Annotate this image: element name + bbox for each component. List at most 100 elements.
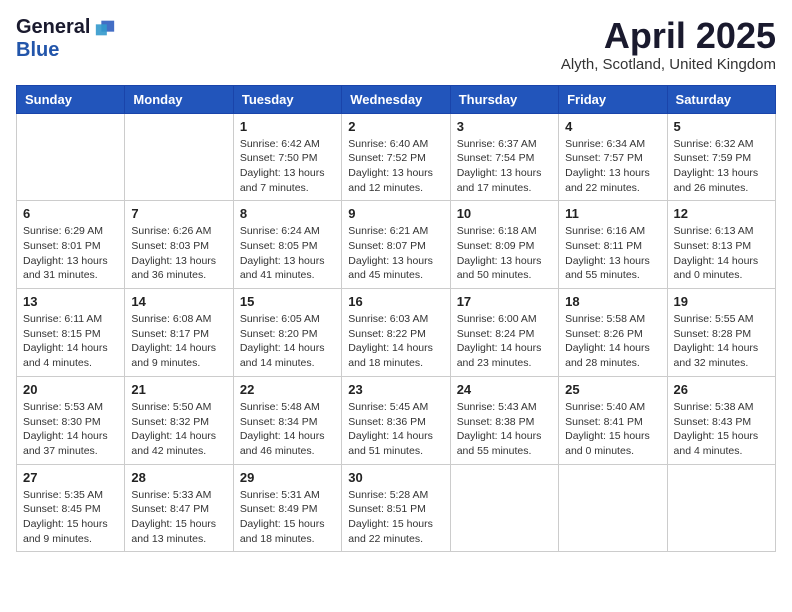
- day-number: 14: [131, 294, 226, 309]
- day-number: 6: [23, 206, 118, 221]
- calendar-cell: 9 Sunrise: 6:21 AMSunset: 8:07 PMDaylight…: [342, 201, 450, 289]
- calendar-cell: 19Sunrise: 5:55 AMSunset: 8:28 PMDayligh…: [667, 289, 775, 377]
- day-info: Sunrise: 5:43 AMSunset: 8:38 PMDaylight:…: [457, 400, 552, 459]
- day-number: 3: [457, 119, 552, 134]
- logo-general: General: [16, 16, 90, 39]
- calendar-week-1: 1 Sunrise: 6:42 AMSunset: 7:50 PMDaylight…: [17, 113, 776, 201]
- day-number: 21: [131, 382, 226, 397]
- calendar-cell: 26 Sunrise: 5:38 AMSunset: 8:43 PMDayligh…: [667, 376, 775, 464]
- calendar-cell: [450, 464, 558, 552]
- day-info: Sunrise: 5:31 AMSunset: 8:49 PMDaylight:…: [240, 488, 335, 547]
- calendar-week-4: 20 Sunrise: 5:53 AMSunset: 8:30 PMDayligh…: [17, 376, 776, 464]
- calendar-cell: [125, 113, 233, 201]
- calendar-cell: 4Sunrise: 6:34 AMSunset: 7:57 PMDaylight…: [559, 113, 667, 201]
- column-header-tuesday: Tuesday: [233, 85, 341, 113]
- logo-icon: [94, 17, 116, 39]
- day-info: Sunrise: 5:40 AMSunset: 8:41 PMDaylight:…: [565, 400, 660, 459]
- calendar-header: SundayMondayTuesdayWednesdayThursdayFrid…: [17, 85, 776, 113]
- column-header-thursday: Thursday: [450, 85, 558, 113]
- day-number: 30: [348, 470, 443, 485]
- column-header-wednesday: Wednesday: [342, 85, 450, 113]
- calendar-cell: 1 Sunrise: 6:42 AMSunset: 7:50 PMDaylight…: [233, 113, 341, 201]
- calendar-cell: 12 Sunrise: 6:13 AMSunset: 8:13 PMDayligh…: [667, 201, 775, 289]
- day-number: 17: [457, 294, 552, 309]
- day-number: 2: [348, 119, 443, 134]
- day-number: 25: [565, 382, 660, 397]
- day-info: Sunrise: 6:11 AMSunset: 8:15 PMDaylight:…: [23, 312, 118, 371]
- day-info: Sunrise: 5:35 AMSunset: 8:45 PMDaylight:…: [23, 488, 118, 547]
- day-number: 12: [674, 206, 769, 221]
- day-info: Sunrise: 6:32 AMSunset: 7:59 PMDaylight:…: [674, 137, 769, 196]
- calendar-week-3: 13Sunrise: 6:11 AMSunset: 8:15 PMDayligh…: [17, 289, 776, 377]
- calendar-cell: 16 Sunrise: 6:03 AMSunset: 8:22 PMDayligh…: [342, 289, 450, 377]
- day-info: Sunrise: 5:45 AMSunset: 8:36 PMDaylight:…: [348, 400, 443, 459]
- location: Alyth, Scotland, United Kingdom: [561, 56, 776, 73]
- day-number: 10: [457, 206, 552, 221]
- day-info: Sunrise: 6:21 AMSunset: 8:07 PMDaylight:…: [348, 224, 443, 283]
- calendar-cell: 17 Sunrise: 6:00 AMSunset: 8:24 PMDayligh…: [450, 289, 558, 377]
- day-number: 16: [348, 294, 443, 309]
- day-number: 24: [457, 382, 552, 397]
- day-info: Sunrise: 6:16 AMSunset: 8:11 PMDaylight:…: [565, 224, 660, 283]
- calendar-cell: 22Sunrise: 5:48 AMSunset: 8:34 PMDayligh…: [233, 376, 341, 464]
- day-info: Sunrise: 6:00 AMSunset: 8:24 PMDaylight:…: [457, 312, 552, 371]
- calendar-body: 1 Sunrise: 6:42 AMSunset: 7:50 PMDaylight…: [17, 113, 776, 552]
- day-number: 26: [674, 382, 769, 397]
- calendar-cell: 30 Sunrise: 5:28 AMSunset: 8:51 PMDayligh…: [342, 464, 450, 552]
- calendar-cell: 29 Sunrise: 5:31 AMSunset: 8:49 PMDayligh…: [233, 464, 341, 552]
- day-number: 20: [23, 382, 118, 397]
- day-info: Sunrise: 6:37 AMSunset: 7:54 PMDaylight:…: [457, 137, 552, 196]
- column-header-sunday: Sunday: [17, 85, 125, 113]
- calendar: SundayMondayTuesdayWednesdayThursdayFrid…: [16, 85, 776, 553]
- day-info: Sunrise: 5:48 AMSunset: 8:34 PMDaylight:…: [240, 400, 335, 459]
- day-number: 15: [240, 294, 335, 309]
- calendar-cell: 10 Sunrise: 6:18 AMSunset: 8:09 PMDayligh…: [450, 201, 558, 289]
- page-header: General Blue April 2025 Alyth, Scotland,…: [16, 16, 776, 73]
- day-info: Sunrise: 5:50 AMSunset: 8:32 PMDaylight:…: [131, 400, 226, 459]
- column-header-saturday: Saturday: [667, 85, 775, 113]
- column-header-friday: Friday: [559, 85, 667, 113]
- day-info: Sunrise: 6:34 AMSunset: 7:57 PMDaylight:…: [565, 137, 660, 196]
- title-section: April 2025 Alyth, Scotland, United Kingd…: [561, 16, 776, 73]
- day-info: Sunrise: 5:38 AMSunset: 8:43 PMDaylight:…: [674, 400, 769, 459]
- day-number: 1: [240, 119, 335, 134]
- calendar-cell: [17, 113, 125, 201]
- calendar-cell: 8Sunrise: 6:24 AMSunset: 8:05 PMDaylight…: [233, 201, 341, 289]
- day-number: 18: [565, 294, 660, 309]
- column-header-monday: Monday: [125, 85, 233, 113]
- day-info: Sunrise: 5:33 AMSunset: 8:47 PMDaylight:…: [131, 488, 226, 547]
- calendar-cell: 25 Sunrise: 5:40 AMSunset: 8:41 PMDayligh…: [559, 376, 667, 464]
- day-info: Sunrise: 6:42 AMSunset: 7:50 PMDaylight:…: [240, 137, 335, 196]
- day-info: Sunrise: 6:18 AMSunset: 8:09 PMDaylight:…: [457, 224, 552, 283]
- day-info: Sunrise: 6:13 AMSunset: 8:13 PMDaylight:…: [674, 224, 769, 283]
- day-info: Sunrise: 5:53 AMSunset: 8:30 PMDaylight:…: [23, 400, 118, 459]
- day-number: 5: [674, 119, 769, 134]
- day-info: Sunrise: 6:03 AMSunset: 8:22 PMDaylight:…: [348, 312, 443, 371]
- calendar-cell: 13Sunrise: 6:11 AMSunset: 8:15 PMDayligh…: [17, 289, 125, 377]
- day-number: 7: [131, 206, 226, 221]
- calendar-cell: 24 Sunrise: 5:43 AMSunset: 8:38 PMDayligh…: [450, 376, 558, 464]
- calendar-cell: 28 Sunrise: 5:33 AMSunset: 8:47 PMDayligh…: [125, 464, 233, 552]
- calendar-cell: 6 Sunrise: 6:29 AMSunset: 8:01 PMDaylight…: [17, 201, 125, 289]
- day-info: Sunrise: 5:28 AMSunset: 8:51 PMDaylight:…: [348, 488, 443, 547]
- logo: General Blue: [16, 16, 116, 62]
- calendar-cell: 2 Sunrise: 6:40 AMSunset: 7:52 PMDaylight…: [342, 113, 450, 201]
- day-info: Sunrise: 5:58 AMSunset: 8:26 PMDaylight:…: [565, 312, 660, 371]
- day-number: 9: [348, 206, 443, 221]
- calendar-cell: 23Sunrise: 5:45 AMSunset: 8:36 PMDayligh…: [342, 376, 450, 464]
- calendar-cell: 11Sunrise: 6:16 AMSunset: 8:11 PMDayligh…: [559, 201, 667, 289]
- day-number: 28: [131, 470, 226, 485]
- day-number: 29: [240, 470, 335, 485]
- month-title: April 2025: [561, 16, 776, 56]
- calendar-cell: 15Sunrise: 6:05 AMSunset: 8:20 PMDayligh…: [233, 289, 341, 377]
- calendar-cell: 5 Sunrise: 6:32 AMSunset: 7:59 PMDaylight…: [667, 113, 775, 201]
- calendar-cell: 7 Sunrise: 6:26 AMSunset: 8:03 PMDaylight…: [125, 201, 233, 289]
- day-info: Sunrise: 6:08 AMSunset: 8:17 PMDaylight:…: [131, 312, 226, 371]
- calendar-cell: [667, 464, 775, 552]
- day-info: Sunrise: 6:29 AMSunset: 8:01 PMDaylight:…: [23, 224, 118, 283]
- calendar-cell: 14 Sunrise: 6:08 AMSunset: 8:17 PMDayligh…: [125, 289, 233, 377]
- day-info: Sunrise: 6:26 AMSunset: 8:03 PMDaylight:…: [131, 224, 226, 283]
- calendar-week-5: 27Sunrise: 5:35 AMSunset: 8:45 PMDayligh…: [17, 464, 776, 552]
- logo-blue: Blue: [16, 39, 59, 61]
- day-info: Sunrise: 6:40 AMSunset: 7:52 PMDaylight:…: [348, 137, 443, 196]
